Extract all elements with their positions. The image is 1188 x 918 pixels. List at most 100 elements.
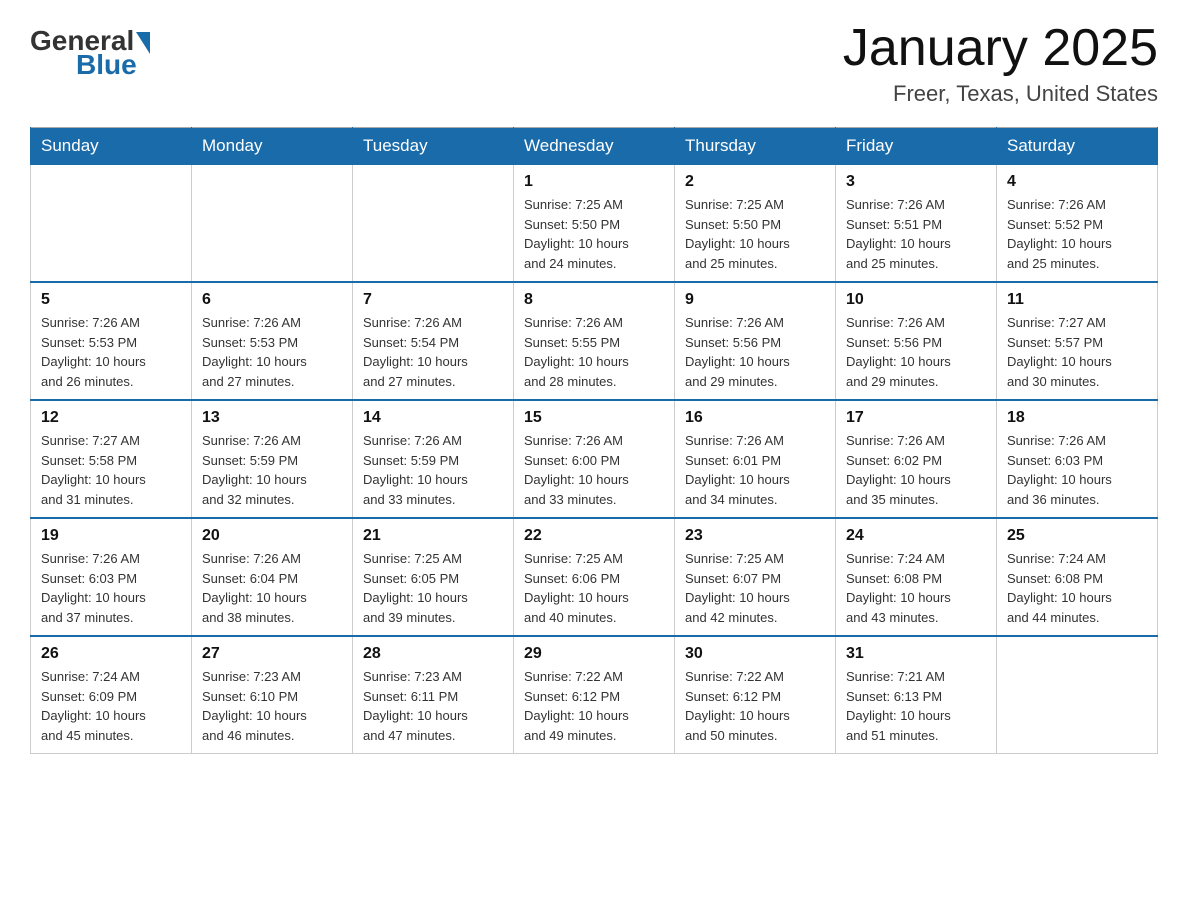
calendar-week-row: 5 Sunrise: 7:26 AMSunset: 5:53 PMDaylight… [31,282,1158,400]
day-number: 15 [524,409,664,427]
day-number: 20 [202,527,342,545]
day-number: 23 [685,527,825,545]
calendar-cell: 18 Sunrise: 7:26 AMSunset: 6:03 PMDayligh… [997,400,1158,518]
day-number: 29 [524,645,664,663]
calendar-day-header: Saturday [997,128,1158,165]
day-info: Sunrise: 7:22 AMSunset: 6:12 PMDaylight:… [524,667,664,745]
day-number: 7 [363,291,503,309]
day-info: Sunrise: 7:26 AMSunset: 5:53 PMDaylight:… [41,313,181,391]
calendar-cell: 15 Sunrise: 7:26 AMSunset: 6:00 PMDayligh… [514,400,675,518]
day-info: Sunrise: 7:26 AMSunset: 5:56 PMDaylight:… [846,313,986,391]
calendar-cell: 20 Sunrise: 7:26 AMSunset: 6:04 PMDayligh… [192,518,353,636]
calendar-week-row: 1Sunrise: 7:25 AMSunset: 5:50 PMDaylight… [31,165,1158,283]
calendar-cell: 9 Sunrise: 7:26 AMSunset: 5:56 PMDaylight… [675,282,836,400]
day-info: Sunrise: 7:24 AMSunset: 6:08 PMDaylight:… [1007,549,1147,627]
calendar-cell [353,165,514,283]
day-info: Sunrise: 7:23 AMSunset: 6:11 PMDaylight:… [363,667,503,745]
day-number: 12 [41,409,181,427]
day-info: Sunrise: 7:21 AMSunset: 6:13 PMDaylight:… [846,667,986,745]
day-number: 22 [524,527,664,545]
day-info: Sunrise: 7:26 AMSunset: 5:51 PMDaylight:… [846,195,986,273]
calendar-table: SundayMondayTuesdayWednesdayThursdayFrid… [30,127,1158,754]
calendar-cell: 31 Sunrise: 7:21 AMSunset: 6:13 PMDayligh… [836,636,997,754]
day-info: Sunrise: 7:26 AMSunset: 6:03 PMDaylight:… [41,549,181,627]
day-info: Sunrise: 7:24 AMSunset: 6:09 PMDaylight:… [41,667,181,745]
calendar-cell: 17 Sunrise: 7:26 AMSunset: 6:02 PMDayligh… [836,400,997,518]
calendar-week-row: 12 Sunrise: 7:27 AMSunset: 5:58 PMDayligh… [31,400,1158,518]
day-number: 27 [202,645,342,663]
calendar-cell: 3 Sunrise: 7:26 AMSunset: 5:51 PMDaylight… [836,165,997,283]
day-number: 31 [846,645,986,663]
calendar-day-header: Sunday [31,128,192,165]
day-info: Sunrise: 7:27 AMSunset: 5:58 PMDaylight:… [41,431,181,509]
day-number: 18 [1007,409,1147,427]
day-info: Sunrise: 7:26 AMSunset: 6:04 PMDaylight:… [202,549,342,627]
calendar-cell: 10 Sunrise: 7:26 AMSunset: 5:56 PMDayligh… [836,282,997,400]
calendar-cell: 27Sunrise: 7:23 AMSunset: 6:10 PMDayligh… [192,636,353,754]
day-number: 8 [524,291,664,309]
page-header: General Blue January 2025 Freer, Texas, … [30,20,1158,107]
day-number: 1 [524,173,664,191]
day-number: 9 [685,291,825,309]
day-info: Sunrise: 7:26 AMSunset: 5:54 PMDaylight:… [363,313,503,391]
day-number: 26 [41,645,181,663]
day-number: 19 [41,527,181,545]
day-info: Sunrise: 7:26 AMSunset: 5:52 PMDaylight:… [1007,195,1147,273]
day-number: 2 [685,173,825,191]
calendar-cell: 8 Sunrise: 7:26 AMSunset: 5:55 PMDaylight… [514,282,675,400]
calendar-cell: 14 Sunrise: 7:26 AMSunset: 5:59 PMDayligh… [353,400,514,518]
calendar-cell: 7 Sunrise: 7:26 AMSunset: 5:54 PMDaylight… [353,282,514,400]
day-info: Sunrise: 7:22 AMSunset: 6:12 PMDaylight:… [685,667,825,745]
day-number: 24 [846,527,986,545]
day-number: 16 [685,409,825,427]
day-number: 3 [846,173,986,191]
calendar-day-header: Thursday [675,128,836,165]
calendar-cell: 4 Sunrise: 7:26 AMSunset: 5:52 PMDaylight… [997,165,1158,283]
day-info: Sunrise: 7:26 AMSunset: 5:59 PMDaylight:… [202,431,342,509]
day-number: 6 [202,291,342,309]
day-number: 17 [846,409,986,427]
day-info: Sunrise: 7:25 AMSunset: 6:05 PMDaylight:… [363,549,503,627]
day-info: Sunrise: 7:26 AMSunset: 6:03 PMDaylight:… [1007,431,1147,509]
calendar-cell [997,636,1158,754]
calendar-cell [31,165,192,283]
day-info: Sunrise: 7:27 AMSunset: 5:57 PMDaylight:… [1007,313,1147,391]
day-number: 30 [685,645,825,663]
calendar-cell: 11Sunrise: 7:27 AMSunset: 5:57 PMDayligh… [997,282,1158,400]
calendar-day-header: Friday [836,128,997,165]
day-info: Sunrise: 7:26 AMSunset: 5:55 PMDaylight:… [524,313,664,391]
calendar-cell: 21Sunrise: 7:25 AMSunset: 6:05 PMDayligh… [353,518,514,636]
day-number: 25 [1007,527,1147,545]
day-number: 14 [363,409,503,427]
calendar-cell: 2Sunrise: 7:25 AMSunset: 5:50 PMDaylight… [675,165,836,283]
day-number: 28 [363,645,503,663]
calendar-cell [192,165,353,283]
logo-triangle-icon [136,32,150,54]
day-number: 10 [846,291,986,309]
location-subtitle: Freer, Texas, United States [843,81,1158,107]
logo-blue-text: Blue [76,49,137,81]
calendar-cell: 24Sunrise: 7:24 AMSunset: 6:08 PMDayligh… [836,518,997,636]
day-info: Sunrise: 7:25 AMSunset: 6:07 PMDaylight:… [685,549,825,627]
calendar-day-header: Tuesday [353,128,514,165]
day-number: 4 [1007,173,1147,191]
day-info: Sunrise: 7:26 AMSunset: 5:53 PMDaylight:… [202,313,342,391]
calendar-cell: 28 Sunrise: 7:23 AMSunset: 6:11 PMDayligh… [353,636,514,754]
day-info: Sunrise: 7:26 AMSunset: 5:59 PMDaylight:… [363,431,503,509]
calendar-week-row: 26 Sunrise: 7:24 AMSunset: 6:09 PMDayligh… [31,636,1158,754]
day-info: Sunrise: 7:26 AMSunset: 6:02 PMDaylight:… [846,431,986,509]
day-info: Sunrise: 7:25 AMSunset: 6:06 PMDaylight:… [524,549,664,627]
calendar-cell: 1Sunrise: 7:25 AMSunset: 5:50 PMDaylight… [514,165,675,283]
day-info: Sunrise: 7:26 AMSunset: 6:01 PMDaylight:… [685,431,825,509]
day-info: Sunrise: 7:26 AMSunset: 5:56 PMDaylight:… [685,313,825,391]
calendar-cell: 5 Sunrise: 7:26 AMSunset: 5:53 PMDaylight… [31,282,192,400]
calendar-week-row: 19 Sunrise: 7:26 AMSunset: 6:03 PMDayligh… [31,518,1158,636]
day-number: 5 [41,291,181,309]
logo: General Blue [30,25,150,81]
calendar-cell: 26 Sunrise: 7:24 AMSunset: 6:09 PMDayligh… [31,636,192,754]
calendar-cell: 16 Sunrise: 7:26 AMSunset: 6:01 PMDayligh… [675,400,836,518]
calendar-cell: 29 Sunrise: 7:22 AMSunset: 6:12 PMDayligh… [514,636,675,754]
calendar-cell: 6 Sunrise: 7:26 AMSunset: 5:53 PMDaylight… [192,282,353,400]
calendar-header-row: SundayMondayTuesdayWednesdayThursdayFrid… [31,128,1158,165]
day-info: Sunrise: 7:26 AMSunset: 6:00 PMDaylight:… [524,431,664,509]
